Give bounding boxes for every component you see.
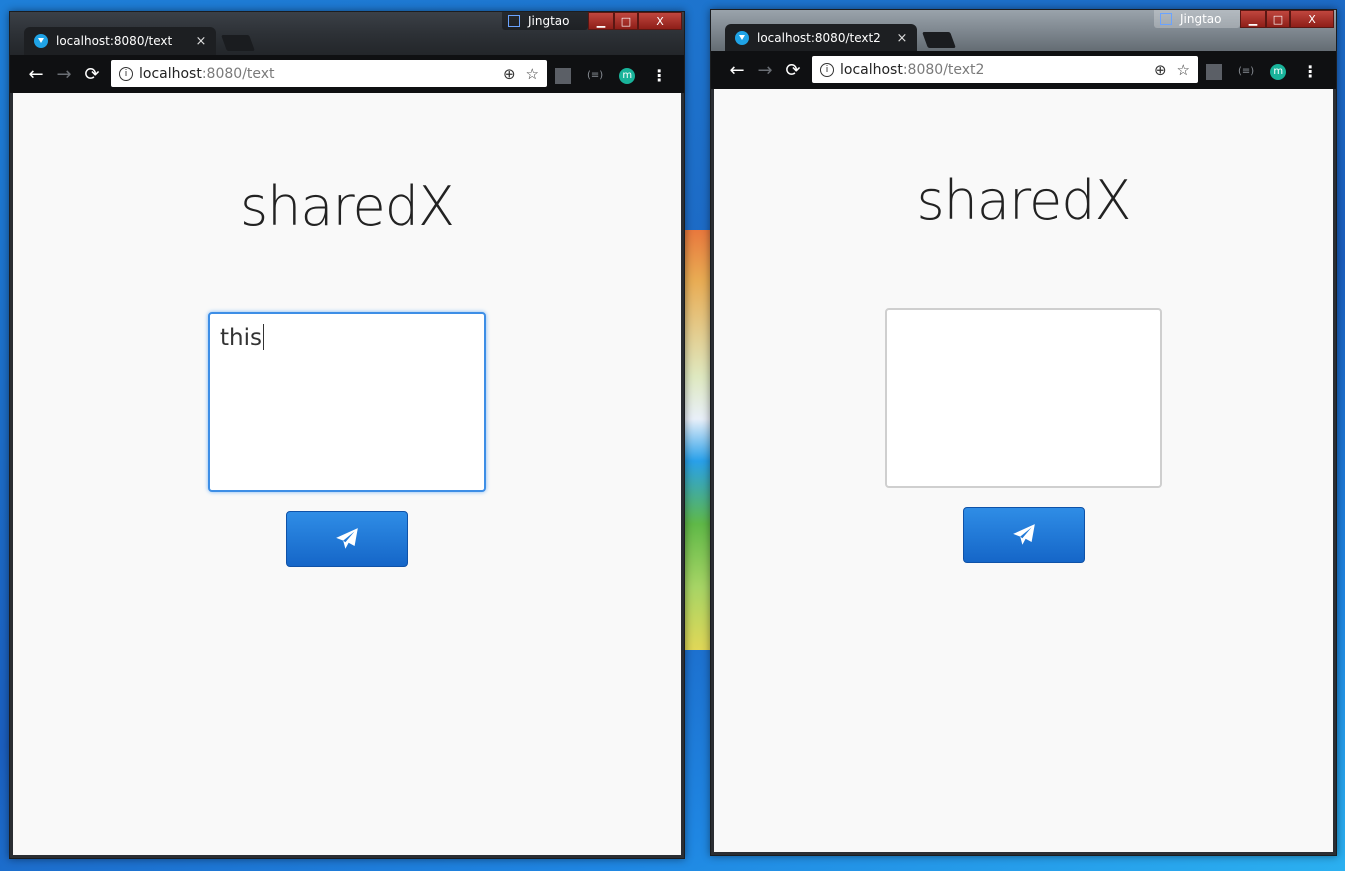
shared-text-input[interactable]: this (208, 312, 486, 492)
minimize-button[interactable]: ▁ (588, 12, 614, 30)
reload-icon[interactable]: ⟳ (78, 64, 106, 85)
close-window-button[interactable]: X (1290, 10, 1334, 28)
title-bar[interactable]: localhost:8080/text × Jingtao ▁ □ X (10, 12, 684, 55)
maximize-button[interactable]: □ (1266, 10, 1290, 28)
zoom-icon[interactable]: ⊕ (503, 65, 516, 83)
maximize-button[interactable]: □ (614, 12, 638, 30)
browser-window-2: localhost:8080/text2 × Jingtao ▁ □ X ← →… (710, 9, 1337, 856)
url-path: :8080/text (201, 65, 275, 82)
title-bar[interactable]: localhost:8080/text2 × Jingtao ▁ □ X (711, 10, 1336, 52)
pdf-extension-icon[interactable] (1206, 63, 1222, 80)
tab-title: localhost:8080/text (56, 34, 173, 48)
window-controls: ▁ □ X (1240, 10, 1334, 28)
favicon-icon (735, 31, 749, 45)
paper-plane-icon (1013, 524, 1035, 545)
browser-window-1: localhost:8080/text × Jingtao ▁ □ X ← → … (9, 11, 685, 859)
new-tab-button[interactable] (922, 32, 956, 48)
paper-plane-icon (336, 528, 358, 549)
site-info-icon[interactable]: i (119, 66, 133, 81)
page-content: sharedX (714, 89, 1333, 852)
json-extension-icon[interactable]: (≡) (587, 70, 603, 81)
url-host: localhost (139, 65, 202, 82)
shared-text-input[interactable] (885, 308, 1162, 488)
back-icon[interactable]: ← (723, 60, 751, 81)
profile-button[interactable]: Jingtao (502, 12, 588, 30)
m-extension-icon[interactable]: m (1270, 63, 1287, 80)
bookmark-star-icon[interactable]: ☆ (1177, 61, 1190, 79)
zoom-icon[interactable]: ⊕ (1154, 61, 1167, 79)
menu-icon[interactable]: ⋮ (651, 66, 667, 85)
new-tab-button[interactable] (221, 35, 255, 51)
close-window-button[interactable]: X (638, 12, 682, 30)
profile-name: Jingtao (528, 14, 570, 28)
bookmark-star-icon[interactable]: ☆ (526, 65, 539, 83)
browser-toolbar: ← → ⟳ i localhost:8080/text ⊕ ☆ (≡) m ⋮ (10, 55, 684, 93)
forward-icon[interactable]: → (50, 64, 78, 85)
address-bar[interactable]: i localhost:8080/text2 ⊕ ☆ (812, 56, 1198, 83)
tab-title: localhost:8080/text2 (757, 31, 881, 45)
profile-icon (1160, 13, 1172, 25)
url-path: :8080/text2 (902, 61, 985, 78)
desktop-wallpaper-swirl (680, 230, 714, 650)
send-button[interactable] (963, 507, 1085, 563)
forward-icon[interactable]: → (751, 60, 779, 81)
url-host: localhost (840, 61, 903, 78)
page-title: sharedX (240, 175, 455, 238)
back-icon[interactable]: ← (22, 64, 50, 85)
text-value: this (220, 325, 262, 351)
profile-button[interactable]: Jingtao (1154, 10, 1240, 28)
pdf-extension-icon[interactable] (555, 67, 571, 84)
address-bar[interactable]: i localhost:8080/text ⊕ ☆ (111, 60, 547, 87)
profile-icon (508, 15, 520, 27)
tab-close-icon[interactable]: × (893, 31, 911, 46)
browser-tab[interactable]: localhost:8080/text2 × (725, 24, 917, 52)
site-info-icon[interactable]: i (820, 62, 834, 77)
reload-icon[interactable]: ⟳ (779, 60, 807, 81)
extensions-area: (≡) m ⋮ (555, 66, 667, 85)
favicon-icon (34, 34, 48, 48)
browser-tab[interactable]: localhost:8080/text × (24, 27, 216, 55)
send-button[interactable] (286, 511, 408, 567)
minimize-button[interactable]: ▁ (1240, 10, 1266, 28)
json-extension-icon[interactable]: (≡) (1238, 66, 1254, 77)
m-extension-icon[interactable]: m (619, 67, 636, 84)
tab-close-icon[interactable]: × (192, 34, 210, 49)
profile-name: Jingtao (1180, 12, 1222, 26)
page-title: sharedX (916, 169, 1132, 232)
page-content: sharedX this (13, 93, 681, 855)
browser-toolbar: ← → ⟳ i localhost:8080/text2 ⊕ ☆ (≡) m ⋮ (711, 51, 1336, 89)
menu-icon[interactable]: ⋮ (1302, 62, 1318, 81)
extensions-area: (≡) m ⋮ (1206, 62, 1318, 81)
text-caret (262, 324, 264, 350)
window-controls: ▁ □ X (588, 12, 682, 30)
